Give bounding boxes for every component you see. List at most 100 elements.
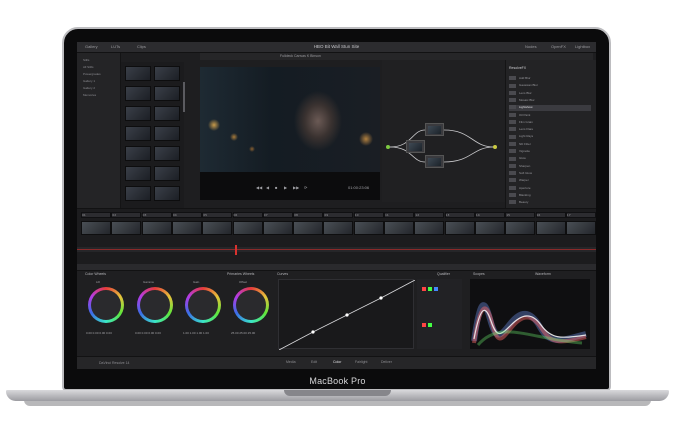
effect-item[interactable]: Lens Blur: [509, 91, 591, 97]
clip-number[interactable]: 14: [474, 212, 505, 218]
topbar-nodes[interactable]: Nodes: [525, 44, 537, 49]
effect-item[interactable]: Glow: [509, 156, 591, 162]
clip-number[interactable]: 13: [444, 212, 475, 218]
still-thumbnail[interactable]: [125, 146, 151, 161]
still-thumbnail[interactable]: [125, 106, 151, 121]
clip-number[interactable]: 02: [111, 212, 142, 218]
still-thumbnail[interactable]: [125, 166, 151, 181]
timeline-clip[interactable]: [81, 221, 111, 235]
gamma-wheel[interactable]: [137, 287, 173, 323]
timeline-clip[interactable]: [414, 221, 445, 235]
reverse-button[interactable]: ◀: [266, 185, 269, 190]
effect-item[interactable]: Blanking: [509, 193, 591, 199]
still-thumbnail[interactable]: [154, 86, 180, 101]
qualifier-red-swatch[interactable]: [422, 323, 426, 327]
clip-number[interactable]: 11: [384, 212, 414, 218]
timeline-clip[interactable]: [384, 221, 414, 235]
offset-wheel[interactable]: [233, 287, 269, 323]
play-button[interactable]: ▶: [284, 185, 287, 190]
clip-number[interactable]: 16: [535, 212, 566, 218]
video-frame[interactable]: [200, 67, 380, 172]
timeline-clip[interactable]: [353, 221, 384, 235]
effect-item[interactable]: Add Blur: [509, 76, 591, 82]
gallery-item[interactable]: Powergrades: [83, 72, 117, 76]
gallery-item[interactable]: All Stills: [83, 65, 117, 69]
gallery-item[interactable]: Gallery 2: [83, 86, 117, 90]
clip-number[interactable]: 17: [565, 212, 596, 218]
stop-button[interactable]: ■: [275, 185, 277, 190]
clip-number[interactable]: 01: [81, 212, 111, 218]
gallery-item[interactable]: Gallery 1: [83, 79, 117, 83]
qualifier-blue-swatch[interactable]: [434, 287, 438, 291]
color-node[interactable]: [425, 123, 444, 136]
still-thumbnail[interactable]: [154, 66, 180, 81]
effect-item[interactable]: Soft Glow: [509, 171, 591, 177]
still-thumbnail[interactable]: [154, 186, 180, 201]
clip-number[interactable]: 04: [171, 212, 202, 218]
timeline-clip[interactable]: [565, 221, 596, 235]
clip-number[interactable]: 08: [293, 212, 324, 218]
still-thumbnail[interactable]: [125, 86, 151, 101]
timeline-clip[interactable]: [505, 221, 536, 235]
clip-number[interactable]: 06: [232, 212, 263, 218]
color-node[interactable]: [406, 140, 425, 153]
effect-item[interactable]: Lens Flare: [509, 127, 591, 133]
playhead[interactable]: [235, 245, 237, 255]
page-media[interactable]: Media: [286, 360, 296, 364]
timeline-clip[interactable]: [232, 221, 263, 235]
page-color[interactable]: Color: [333, 360, 341, 364]
still-thumbnail[interactable]: [154, 106, 180, 121]
scope-mode[interactable]: Waveform: [535, 272, 551, 276]
effect-item[interactable]: Oil Paint: [509, 113, 591, 119]
effect-item[interactable]: Film Grain: [509, 120, 591, 126]
effect-item[interactable]: Aperture: [509, 186, 591, 192]
timeline-clip[interactable]: [262, 221, 293, 235]
gallery-scrollbar[interactable]: [183, 82, 185, 112]
lift-wheel[interactable]: [88, 287, 124, 323]
gallery-item[interactable]: Memories: [83, 93, 117, 97]
timeline-clip[interactable]: [202, 221, 233, 235]
still-thumbnail[interactable]: [125, 186, 151, 201]
effect-item[interactable]: Beauty: [509, 200, 591, 206]
timeline-clip[interactable]: [293, 221, 324, 235]
timeline-clip[interactable]: [474, 221, 505, 235]
gallery-item[interactable]: Stills: [83, 58, 117, 62]
still-thumbnail[interactable]: [125, 126, 151, 141]
timeline-clip[interactable]: [171, 221, 202, 235]
clip-number[interactable]: 15: [505, 212, 536, 218]
clip-number[interactable]: 03: [141, 212, 172, 218]
effect-item[interactable]: Gaussian Blur: [509, 83, 591, 89]
qualifier-red-swatch[interactable]: [422, 287, 426, 291]
clip-number[interactable]: 12: [414, 212, 445, 218]
still-thumbnail[interactable]: [125, 66, 151, 81]
input-node-dot[interactable]: [386, 145, 390, 149]
effect-item[interactable]: Mosaic Blur: [509, 98, 591, 104]
fast-forward-button[interactable]: ▶▶: [293, 185, 299, 190]
clip-number[interactable]: 05: [202, 212, 233, 218]
qualifier-green-swatch[interactable]: [428, 287, 432, 291]
page-edit[interactable]: Edit: [311, 360, 317, 364]
output-node-dot[interactable]: [493, 145, 497, 149]
effect-item[interactable]: Lightshow: [509, 105, 591, 112]
loop-button[interactable]: ⟳: [304, 185, 307, 190]
rewind-button[interactable]: ◀◀: [256, 185, 262, 190]
timeline-clip[interactable]: [535, 221, 566, 235]
timeline-clip[interactable]: [111, 221, 142, 235]
clip-number[interactable]: 07: [262, 212, 293, 218]
effect-item[interactable]: Warper: [509, 178, 591, 184]
topbar-lightbox[interactable]: Lightbox: [575, 44, 590, 49]
still-thumbnail[interactable]: [154, 166, 180, 181]
topbar-openfx[interactable]: OpenFX: [551, 44, 566, 49]
curves-editor[interactable]: [278, 279, 416, 351]
gain-wheel[interactable]: [185, 287, 221, 323]
timeline-clip[interactable]: [444, 221, 475, 235]
page-fairlight[interactable]: Fairlight: [355, 360, 367, 364]
effect-item[interactable]: ND Filter: [509, 142, 591, 148]
color-node[interactable]: [425, 155, 444, 168]
still-thumbnail[interactable]: [154, 146, 180, 161]
effect-item[interactable]: Sharpen: [509, 164, 591, 170]
timeline-clip[interactable]: [323, 221, 354, 235]
effect-item[interactable]: Light Rays: [509, 134, 591, 140]
timeline-clip[interactable]: [141, 221, 172, 235]
qualifier-green-swatch[interactable]: [428, 323, 432, 327]
